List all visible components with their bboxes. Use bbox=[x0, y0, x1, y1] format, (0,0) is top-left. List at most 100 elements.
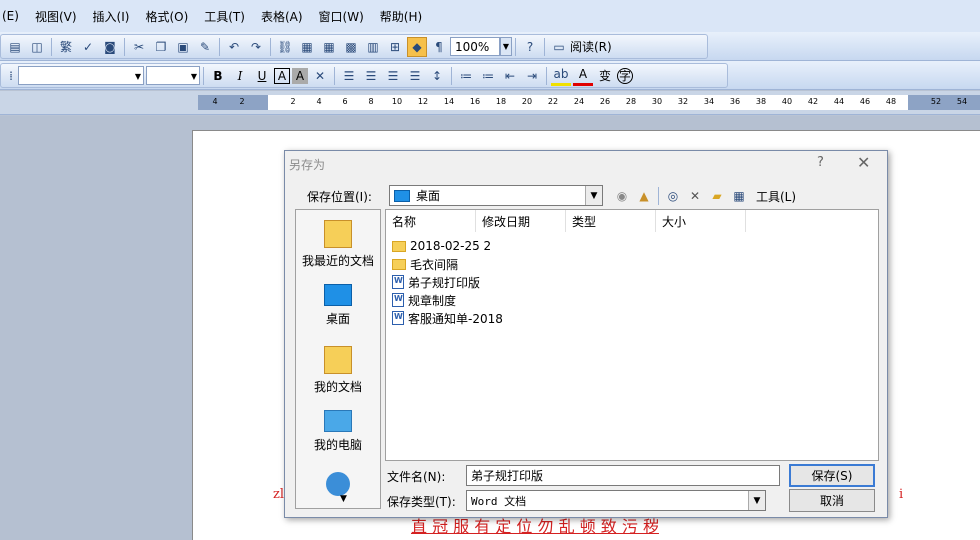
columns-icon[interactable]: ▥ bbox=[363, 37, 383, 57]
menu-edit[interactable]: (E) bbox=[2, 9, 19, 23]
increase-indent-icon[interactable]: ⇥ bbox=[522, 66, 542, 86]
document-map-icon[interactable]: ◆ bbox=[407, 36, 427, 57]
help-button[interactable]: ? bbox=[817, 155, 824, 170]
show-hide-icon[interactable]: ¶ bbox=[429, 37, 449, 57]
file-list[interactable]: 名称 修改日期 类型 大小 2018-02-25 2 毛衣间隔 弟子规打印版 规… bbox=[385, 209, 879, 461]
print-preview-icon[interactable]: ◫ bbox=[27, 37, 47, 57]
new-folder-icon[interactable]: ▰ bbox=[707, 186, 727, 206]
save-button[interactable]: 保存(S) bbox=[789, 464, 875, 487]
ruler-tick-label: 40 bbox=[781, 97, 793, 106]
place-my-computer-label: 我的电脑 bbox=[313, 438, 362, 452]
print-icon[interactable]: ▤ bbox=[5, 37, 25, 57]
menu-view[interactable]: 视图(V) bbox=[35, 8, 77, 25]
paste-icon[interactable]: ▣ bbox=[173, 37, 193, 57]
search-web-icon[interactable]: ◎ bbox=[663, 186, 683, 206]
read-button[interactable]: 阅读(R) bbox=[570, 38, 612, 55]
align-right-icon[interactable]: ☰ bbox=[383, 66, 403, 86]
char-shading-button[interactable]: A bbox=[292, 67, 308, 84]
file-row[interactable]: 毛衣间隔 bbox=[392, 255, 458, 273]
distribute-icon[interactable]: ☰ bbox=[405, 66, 425, 86]
separator bbox=[219, 37, 220, 56]
char-scaling-icon[interactable]: ✕ bbox=[310, 66, 330, 86]
insert-table-icon[interactable]: ▦ bbox=[319, 37, 339, 57]
font-name-combo[interactable]: ▼ bbox=[18, 66, 144, 85]
place-network[interactable] bbox=[296, 472, 380, 500]
copy-icon[interactable]: ❐ bbox=[151, 37, 171, 57]
chevron-down-icon[interactable]: ▼ bbox=[748, 491, 765, 510]
font-color-button[interactable]: A bbox=[573, 66, 593, 86]
underline-button[interactable]: U bbox=[252, 66, 272, 86]
views-icon[interactable]: ▦ bbox=[729, 186, 749, 206]
numbering-icon[interactable]: ≔ bbox=[456, 66, 476, 86]
phonetic-guide-button[interactable]: 变 bbox=[595, 66, 615, 86]
menu-window[interactable]: 窗口(W) bbox=[319, 8, 364, 25]
line-spacing-icon[interactable]: ↕ bbox=[427, 66, 447, 86]
undo-icon[interactable]: ↶ bbox=[224, 37, 244, 57]
drawing-icon[interactable]: ⊞ bbox=[385, 37, 405, 57]
highlight-icon[interactable]: ab bbox=[551, 66, 571, 86]
filename-input[interactable]: 弟子规打印版 bbox=[466, 465, 780, 486]
insert-excel-icon[interactable]: ▩ bbox=[341, 37, 361, 57]
spelling-icon[interactable]: ✓ bbox=[78, 37, 98, 57]
cancel-button[interactable]: 取消 bbox=[789, 489, 875, 512]
bold-button[interactable]: B bbox=[208, 66, 228, 86]
file-row[interactable]: 2018-02-25 2 bbox=[392, 237, 491, 255]
folder-icon bbox=[392, 240, 406, 252]
italic-button[interactable]: I bbox=[230, 66, 250, 86]
help-icon[interactable]: ? bbox=[520, 37, 540, 57]
menu-format[interactable]: 格式(O) bbox=[145, 8, 188, 25]
enclose-char-icon[interactable]: 字 bbox=[617, 67, 633, 84]
filetype-select[interactable]: Word 文档 ▼ bbox=[466, 490, 766, 511]
font-size-combo[interactable]: ▼ bbox=[146, 66, 200, 85]
char-border-button[interactable]: A bbox=[274, 67, 290, 84]
column-modified[interactable]: 修改日期 bbox=[476, 210, 566, 232]
standard-toolbar: ▤ ◫ 繁 ✓ ◙ ✂ ❐ ▣ ✎ ↶ ↷ ⛓ ▦ ▦ ▩ ▥ ⊞ ◆ ¶ 10… bbox=[0, 32, 980, 61]
formatting-toolbar: ⁞ ▼ ▼ B I U A A ✕ ☰ ☰ ☰ ☰ ↕ ≔ ≔ ⇤ ⇥ ab A… bbox=[0, 61, 980, 90]
ruler-tick-label: 20 bbox=[521, 97, 533, 106]
tools-menu[interactable]: 工具(L) bbox=[756, 188, 796, 205]
ruler-tick-label: 16 bbox=[469, 97, 481, 106]
place-my-documents[interactable]: 我的文档 bbox=[296, 346, 380, 395]
column-size[interactable]: 大小 bbox=[656, 210, 746, 232]
read-icon[interactable]: ▭ bbox=[549, 37, 569, 57]
up-folder-icon[interactable]: ▲ bbox=[634, 186, 654, 206]
word-document-icon bbox=[392, 311, 404, 325]
style-icon[interactable]: ⁞ bbox=[5, 66, 17, 86]
align-center-icon[interactable]: ☰ bbox=[361, 66, 381, 86]
file-name: 毛衣间隔 bbox=[410, 257, 459, 272]
chevron-down-icon[interactable]: ▼ bbox=[585, 186, 602, 205]
zoom-dropdown-icon[interactable]: ▼ bbox=[500, 37, 512, 56]
cut-icon[interactable]: ✂ bbox=[129, 37, 149, 57]
file-row[interactable]: 规章制度 bbox=[392, 291, 456, 309]
hyperlink-icon[interactable]: ⛓ bbox=[275, 37, 295, 57]
format-painter-icon[interactable]: ✎ bbox=[195, 37, 215, 57]
menu-tools[interactable]: 工具(T) bbox=[204, 8, 245, 25]
align-left-icon[interactable]: ☰ bbox=[339, 66, 359, 86]
redo-icon[interactable]: ↷ bbox=[246, 37, 266, 57]
file-row[interactable]: 客服通知单-2018 bbox=[392, 309, 503, 327]
close-button[interactable]: ✕ bbox=[857, 153, 870, 172]
place-my-computer[interactable]: 我的电脑 bbox=[296, 410, 380, 453]
back-icon[interactable]: ◉ bbox=[612, 186, 632, 206]
chevron-down-icon: ▼ bbox=[134, 72, 141, 81]
delete-icon[interactable]: ✕ bbox=[685, 186, 705, 206]
horizontal-ruler[interactable]: 4 2 2 4 6 8 10 12 14 16 18 20 22 24 26 28 30 32 34 36 38 40 42… bbox=[0, 91, 980, 115]
document-text-fragment-left: zl bbox=[273, 487, 285, 502]
tables-borders-icon[interactable]: ▦ bbox=[297, 37, 317, 57]
save-location-combo[interactable]: 桌面 ▼ bbox=[389, 185, 603, 206]
menu-help[interactable]: 帮助(H) bbox=[380, 8, 422, 25]
research-icon[interactable]: ◙ bbox=[100, 37, 120, 57]
bullets-icon[interactable]: ≔ bbox=[478, 66, 498, 86]
decrease-indent-icon[interactable]: ⇤ bbox=[500, 66, 520, 86]
file-name: 客服通知单-2018 bbox=[408, 311, 503, 326]
place-desktop[interactable]: 桌面 bbox=[296, 284, 380, 327]
traditional-chinese-icon[interactable]: 繁 bbox=[56, 37, 76, 57]
file-row[interactable]: 弟子规打印版 bbox=[392, 273, 480, 291]
menu-table[interactable]: 表格(A) bbox=[261, 8, 303, 25]
places-scroll-down-icon[interactable]: ▼ bbox=[340, 494, 347, 504]
column-name[interactable]: 名称 bbox=[386, 210, 476, 232]
zoom-box[interactable]: 100% bbox=[450, 37, 500, 56]
menu-insert[interactable]: 插入(I) bbox=[93, 8, 130, 25]
column-type[interactable]: 类型 bbox=[566, 210, 656, 232]
place-recent[interactable]: 我最近的文档 bbox=[296, 220, 380, 269]
